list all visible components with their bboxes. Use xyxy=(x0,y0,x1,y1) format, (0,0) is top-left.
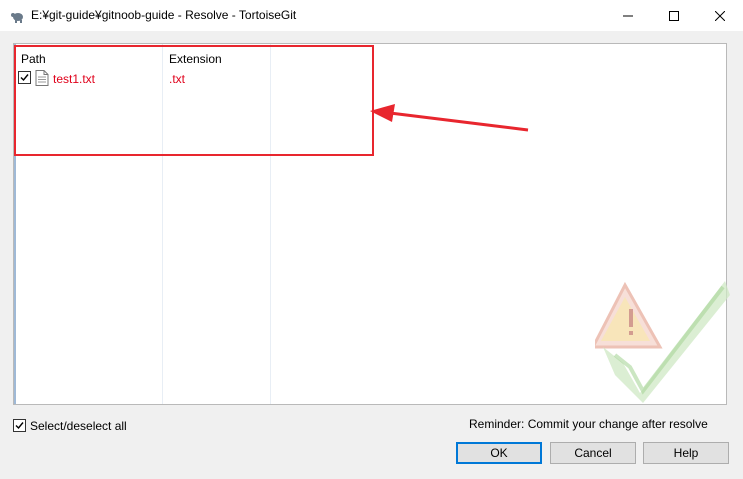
maximize-icon xyxy=(669,10,679,21)
cancel-button[interactable]: Cancel xyxy=(550,442,636,464)
select-all-label[interactable]: Select/deselect all xyxy=(30,419,127,433)
close-icon xyxy=(715,10,725,21)
help-button[interactable]: Help xyxy=(643,442,729,464)
resolved-watermark-icon xyxy=(595,281,730,403)
window-title: E:¥git-guide¥gitnoob-guide - Resolve - T… xyxy=(31,8,297,22)
title-bar: E:¥git-guide¥gitnoob-guide - Resolve - T… xyxy=(0,0,743,31)
reminder-text: Reminder: Commit your change after resol… xyxy=(469,417,708,431)
select-all-checkbox[interactable] xyxy=(13,419,26,432)
ok-button[interactable]: OK xyxy=(456,442,542,464)
annotation-arrow xyxy=(370,104,529,132)
minimize-icon xyxy=(623,15,633,16)
minimize-button[interactable] xyxy=(605,0,651,31)
close-button[interactable] xyxy=(697,0,743,31)
checkmark-icon xyxy=(15,422,24,430)
maximize-button[interactable] xyxy=(651,0,697,31)
tortoisegit-icon xyxy=(11,13,23,23)
annotation-highlight-box xyxy=(14,45,374,156)
